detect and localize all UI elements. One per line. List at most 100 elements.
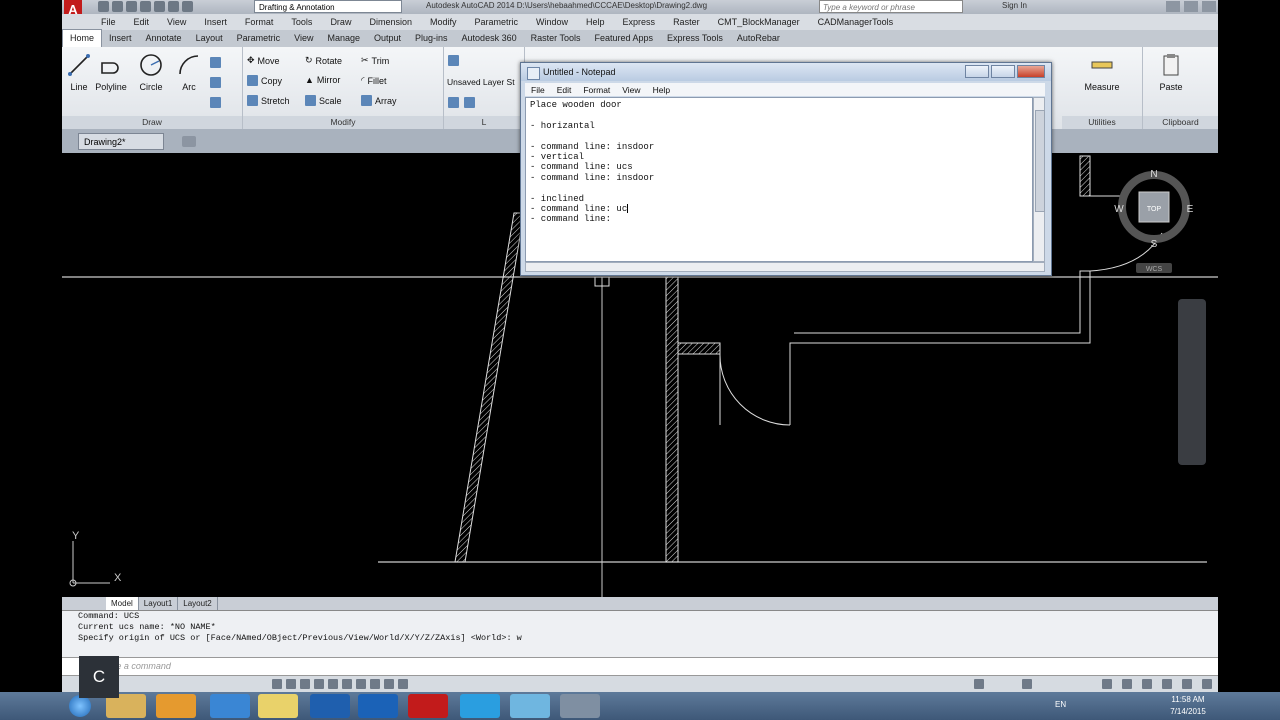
tab-express-tools[interactable]: Express Tools (660, 30, 730, 47)
dyn-icon[interactable] (370, 679, 380, 689)
tab-view[interactable]: View (287, 30, 320, 47)
menu-item-dimension[interactable]: Dimension (360, 17, 421, 27)
move-tool[interactable]: ✥ Move (247, 55, 280, 66)
tab-featured-apps[interactable]: Featured Apps (587, 30, 660, 47)
lock-icon[interactable] (1122, 679, 1132, 689)
close-icon[interactable] (1202, 1, 1216, 12)
system-clock[interactable]: 11:58 AM 7/14/2015 (1160, 694, 1216, 718)
redo-icon[interactable] (182, 1, 193, 12)
internet-explorer-icon[interactable] (210, 694, 250, 718)
rotate-tool[interactable]: ↻ Rotate (305, 55, 342, 66)
clean-screen-icon[interactable] (1202, 679, 1212, 689)
notepad-menu-file[interactable]: File (525, 85, 551, 95)
menu-item-draw[interactable]: Draw (321, 17, 360, 27)
folder-icon[interactable] (258, 694, 298, 718)
tab-layout[interactable]: Layout (189, 30, 230, 47)
notepad-minimize-icon[interactable] (965, 65, 989, 78)
document-tab[interactable]: Drawing2* (78, 133, 164, 150)
scale-tool[interactable]: Scale (305, 95, 342, 106)
notepad-menu-view[interactable]: View (616, 85, 646, 95)
tab-raster-tools[interactable]: Raster Tools (524, 30, 588, 47)
workspace-switch-icon[interactable] (1102, 679, 1112, 689)
rectangle-icon[interactable] (210, 57, 221, 68)
model-space-icon[interactable] (974, 679, 984, 689)
notepad-menu-help[interactable]: Help (647, 85, 676, 95)
notepad-menu-format[interactable]: Format (577, 85, 616, 95)
viewcube-west[interactable]: W (1114, 204, 1124, 215)
save-as-icon[interactable] (140, 1, 151, 12)
osnap-icon[interactable] (328, 679, 338, 689)
polar-icon[interactable] (314, 679, 324, 689)
menu-item-cadmanagertools[interactable]: CADManagerTools (809, 17, 903, 27)
sign-in-link[interactable]: Sign In (1002, 1, 1027, 10)
tab-output[interactable]: Output (367, 30, 408, 47)
annotation-scale-icon[interactable] (1022, 679, 1032, 689)
transparency-icon[interactable] (398, 679, 408, 689)
tab-manage[interactable]: Manage (320, 30, 367, 47)
layout-tab-layout2[interactable]: Layout2 (178, 597, 218, 610)
utilities-panel-title[interactable]: Utilities (1062, 116, 1142, 129)
layout-tab-model[interactable]: Model (106, 597, 139, 610)
layer-freeze-icon[interactable] (464, 97, 475, 108)
viewcube[interactable]: TOP N S E W WCS (1114, 169, 1194, 273)
menu-item-file[interactable]: File (92, 17, 125, 27)
modify-panel-title[interactable]: Modify (243, 116, 443, 129)
outlook-icon[interactable] (358, 694, 398, 718)
layers-panel-title[interactable]: L (444, 116, 524, 129)
measure-tool[interactable]: Measure (1082, 53, 1122, 92)
menu-item-edit[interactable]: Edit (125, 17, 159, 27)
menu-item-tools[interactable]: Tools (282, 17, 321, 27)
menu-item-modify[interactable]: Modify (421, 17, 466, 27)
scroll-thumb[interactable] (1035, 110, 1045, 212)
layer-on-icon[interactable] (448, 97, 459, 108)
layer-properties-icon[interactable] (448, 55, 459, 66)
wcs-menu[interactable]: WCS (1146, 266, 1163, 273)
teamviewer-icon[interactable] (460, 694, 500, 718)
ortho-icon[interactable] (300, 679, 310, 689)
open-icon[interactable] (112, 1, 123, 12)
tab-insert[interactable]: Insert (102, 30, 139, 47)
draw-panel-title[interactable]: Draw (62, 116, 242, 129)
notepad-menu-edit[interactable]: Edit (551, 85, 578, 95)
autocad-taskbar-icon[interactable] (408, 694, 448, 718)
navigation-bar[interactable] (1178, 299, 1206, 465)
media-player-icon[interactable] (156, 694, 196, 718)
layout-tab-layout1[interactable]: Layout1 (139, 597, 179, 610)
array-tool[interactable]: Array (361, 95, 397, 106)
line-tool[interactable]: Line (62, 53, 96, 92)
presentation-icon[interactable] (560, 694, 600, 718)
viewcube-east[interactable]: E (1187, 204, 1194, 215)
command-line[interactable]: Type a command (62, 657, 1218, 676)
menu-item-raster[interactable]: Raster (664, 17, 709, 27)
new-icon[interactable] (98, 1, 109, 12)
polyline-tool[interactable]: Polyline (94, 53, 128, 92)
isolate-icon[interactable] (1162, 679, 1172, 689)
paste-tool[interactable]: Paste (1151, 53, 1191, 92)
notepad-window[interactable]: Untitled - Notepad File Edit Format View Hel… (520, 62, 1052, 276)
notepad-vertical-scrollbar[interactable] (1033, 97, 1045, 262)
viewcube-south[interactable]: S (1151, 239, 1158, 250)
tab-autodesk-360[interactable]: Autodesk 360 (455, 30, 524, 47)
hatch-icon[interactable] (210, 77, 221, 88)
arc-tool[interactable]: Arc (172, 53, 206, 92)
tab-parametric[interactable]: Parametric (230, 30, 288, 47)
customization-icon[interactable] (1182, 679, 1192, 689)
menu-item-view[interactable]: View (158, 17, 195, 27)
viewcube-north[interactable]: N (1150, 169, 1157, 180)
copy-tool[interactable]: Copy (247, 75, 282, 86)
save-icon[interactable] (126, 1, 137, 12)
notepad-maximize-icon[interactable] (991, 65, 1015, 78)
mirror-tool[interactable]: ▲ Mirror (305, 75, 340, 85)
menu-item-cmt-blockmanager[interactable]: CMT_BlockManager (709, 17, 809, 27)
ducs-icon[interactable] (356, 679, 366, 689)
lineweight-icon[interactable] (384, 679, 394, 689)
snap-icon[interactable] (272, 679, 282, 689)
notepad-title-bar[interactable]: Untitled - Notepad (521, 63, 1051, 81)
undo-icon[interactable] (168, 1, 179, 12)
lync-icon[interactable] (310, 694, 350, 718)
menu-item-window[interactable]: Window (527, 17, 577, 27)
menu-item-format[interactable]: Format (236, 17, 283, 27)
viewcube-face[interactable]: TOP (1147, 206, 1162, 213)
tab-home[interactable]: Home (62, 29, 103, 47)
app-icon[interactable] (510, 694, 550, 718)
